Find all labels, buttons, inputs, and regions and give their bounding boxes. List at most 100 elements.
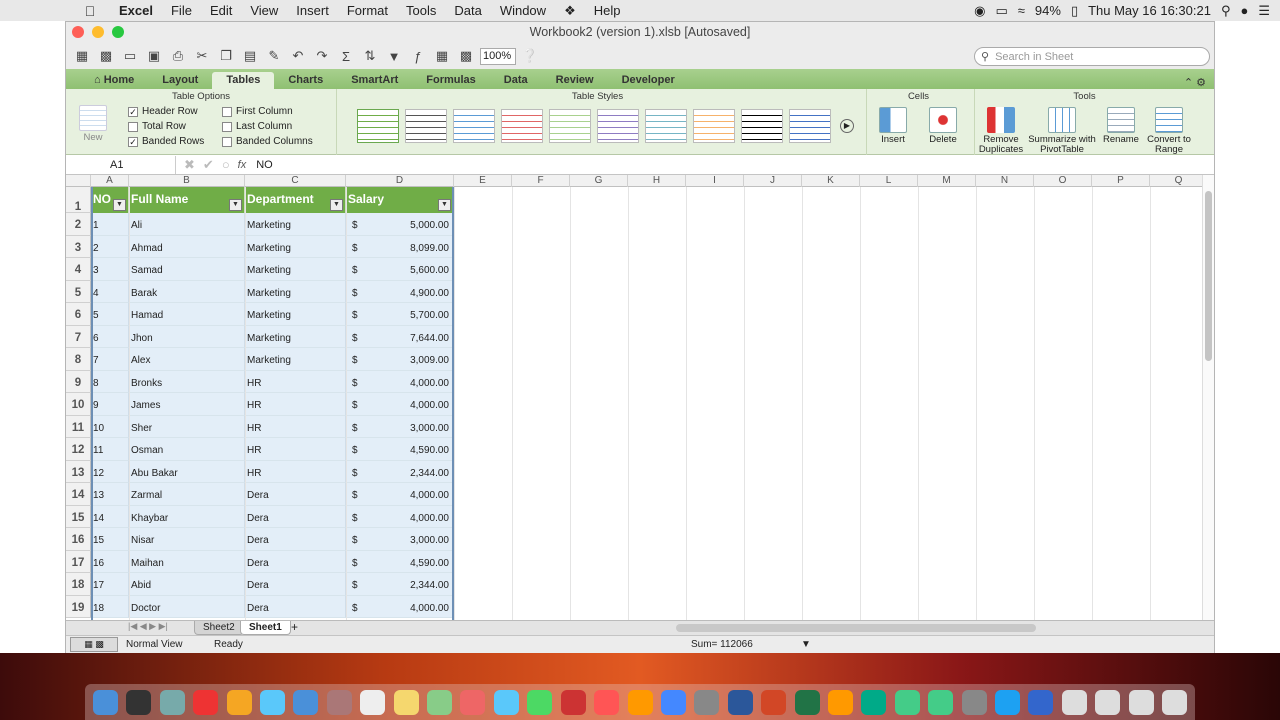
sheet-tab-sheet2[interactable]: Sheet2 bbox=[194, 621, 244, 635]
column-header-b[interactable]: B bbox=[129, 175, 245, 187]
column-header-i[interactable]: I bbox=[686, 175, 744, 187]
department-cell[interactable]: Dera bbox=[245, 573, 346, 596]
full-name-cell[interactable]: Abid bbox=[129, 573, 245, 596]
script-icon[interactable]: ❖ bbox=[555, 3, 585, 19]
table-style-swatch[interactable] bbox=[405, 109, 447, 143]
dock-app-icon[interactable] bbox=[1128, 689, 1154, 715]
table-style-swatch[interactable] bbox=[789, 109, 831, 143]
tab-smartart[interactable]: SmartArt bbox=[337, 72, 412, 89]
dock-app-icon[interactable] bbox=[1162, 689, 1187, 715]
minimize-icon[interactable] bbox=[92, 26, 104, 38]
zoom-icon[interactable] bbox=[112, 26, 124, 38]
salary-cell[interactable]: $4,000.00 bbox=[346, 393, 454, 416]
salary-cell[interactable]: $5,700.00 bbox=[346, 303, 454, 326]
salary-cell[interactable]: $4,000.00 bbox=[346, 483, 454, 506]
salary-cell[interactable]: $2,344.00 bbox=[346, 460, 454, 483]
undo-icon[interactable]: ↶ bbox=[288, 47, 308, 65]
templates-icon[interactable]: ▩ bbox=[96, 47, 116, 65]
table-header-cell[interactable]: Salary ▼ bbox=[346, 187, 454, 213]
dock-app-icon[interactable] bbox=[827, 689, 853, 715]
tab-layout[interactable]: Layout bbox=[148, 72, 212, 89]
spotlight-icon[interactable]: ⚲ bbox=[1221, 3, 1231, 19]
add-sheet-icon[interactable]: + bbox=[291, 620, 298, 634]
table-header-cell[interactable]: Full Name ▼ bbox=[129, 187, 245, 213]
row-header[interactable]: 17 bbox=[66, 550, 91, 573]
column-header-l[interactable]: L bbox=[860, 175, 918, 187]
no-cell[interactable]: 2 bbox=[91, 235, 129, 258]
salary-cell[interactable]: $3,000.00 bbox=[346, 528, 454, 551]
toolbox-icon[interactable]: ▩ bbox=[456, 47, 476, 65]
header-row-checkbox[interactable]: ✓ Header Row bbox=[128, 106, 198, 117]
no-cell[interactable]: 14 bbox=[91, 505, 129, 528]
sheet-tab-sheet1[interactable]: Sheet1 bbox=[240, 621, 291, 635]
dock-app-icon[interactable] bbox=[93, 689, 118, 715]
dock-app-icon[interactable] bbox=[493, 689, 519, 715]
full-name-cell[interactable]: Barak bbox=[129, 280, 245, 303]
department-cell[interactable]: Marketing bbox=[245, 258, 346, 281]
save-icon[interactable]: ▣ bbox=[144, 47, 164, 65]
delete-cells-button[interactable]: Delete bbox=[923, 107, 963, 145]
dock-app-icon[interactable] bbox=[861, 689, 887, 715]
list-icon[interactable]: ☰ bbox=[1258, 3, 1270, 19]
row-header[interactable]: 12 bbox=[66, 438, 91, 461]
search-input[interactable]: ⚲ Search in Sheet bbox=[974, 47, 1210, 66]
menu-help[interactable]: Help bbox=[585, 3, 630, 18]
insert-cells-button[interactable]: Insert bbox=[873, 107, 913, 145]
salary-cell[interactable]: $8,099.00 bbox=[346, 235, 454, 258]
salary-cell[interactable]: $4,590.00 bbox=[346, 438, 454, 461]
column-header-j[interactable]: J bbox=[744, 175, 802, 187]
no-cell[interactable]: 15 bbox=[91, 528, 129, 551]
dock-app-icon[interactable] bbox=[193, 689, 219, 715]
table-style-swatch[interactable] bbox=[741, 109, 783, 143]
dock-app-icon[interactable] bbox=[427, 689, 453, 715]
dock-app-icon[interactable] bbox=[1095, 689, 1121, 715]
salary-cell[interactable]: $7,644.00 bbox=[346, 325, 454, 348]
row-header[interactable]: 11 bbox=[66, 415, 91, 438]
dock-app-icon[interactable] bbox=[627, 689, 653, 715]
dock-app-icon[interactable] bbox=[594, 689, 620, 715]
print-icon[interactable]: ⎙ bbox=[168, 47, 188, 65]
dock-app-icon[interactable] bbox=[928, 689, 954, 715]
help-icon[interactable]: ❔ bbox=[520, 47, 540, 65]
table-style-swatch[interactable] bbox=[501, 109, 543, 143]
column-header-d[interactable]: D bbox=[346, 175, 454, 187]
open-icon[interactable]: ▭ bbox=[120, 47, 140, 65]
department-cell[interactable]: HR bbox=[245, 460, 346, 483]
view-buttons-icon[interactable]: ▦ ▩ bbox=[70, 637, 118, 652]
dock-app-icon[interactable] bbox=[560, 689, 586, 715]
row-header[interactable]: 18 bbox=[66, 573, 91, 596]
full-name-cell[interactable]: Nisar bbox=[129, 528, 245, 551]
salary-cell[interactable]: $4,900.00 bbox=[346, 280, 454, 303]
banded-rows-checkbox[interactable]: ✓ Banded Rows bbox=[128, 136, 204, 147]
full-name-cell[interactable]: Ali bbox=[129, 213, 245, 236]
pivot-table-button[interactable]: Summarize with PivotTable bbox=[1027, 107, 1097, 155]
tab-charts[interactable]: Charts bbox=[274, 72, 337, 89]
apple-icon[interactable]:  bbox=[70, 3, 110, 19]
department-cell[interactable]: Marketing bbox=[245, 235, 346, 258]
full-name-cell[interactable]: Sher bbox=[129, 415, 245, 438]
no-cell[interactable]: 3 bbox=[91, 258, 129, 281]
column-header-p[interactable]: P bbox=[1092, 175, 1150, 187]
dock-app-icon[interactable] bbox=[293, 689, 319, 715]
row-header[interactable]: 10 bbox=[66, 393, 91, 416]
filter-dropdown-icon[interactable]: ▼ bbox=[330, 199, 343, 211]
copy-icon[interactable]: ❐ bbox=[216, 47, 236, 65]
confirm-icon[interactable]: ✔ bbox=[203, 157, 214, 173]
menu-insert[interactable]: Insert bbox=[287, 3, 338, 18]
row-header[interactable]: 13 bbox=[66, 460, 91, 483]
menu-data[interactable]: Data bbox=[445, 3, 490, 18]
department-cell[interactable]: Dera bbox=[245, 528, 346, 551]
no-cell[interactable]: 16 bbox=[91, 550, 129, 573]
tab-formulas[interactable]: Formulas bbox=[412, 72, 490, 89]
column-header-a[interactable]: A bbox=[91, 175, 129, 187]
table-style-swatch[interactable] bbox=[453, 109, 495, 143]
column-header-n[interactable]: N bbox=[976, 175, 1034, 187]
no-cell[interactable]: 13 bbox=[91, 483, 129, 506]
no-cell[interactable]: 12 bbox=[91, 460, 129, 483]
cut-icon[interactable]: ✂ bbox=[192, 47, 212, 65]
tab-data[interactable]: Data bbox=[490, 72, 542, 89]
department-cell[interactable]: HR bbox=[245, 393, 346, 416]
convert-to-range-button[interactable]: Convert to Range bbox=[1145, 107, 1193, 155]
dock-app-icon[interactable] bbox=[761, 689, 787, 715]
dock-app-icon[interactable] bbox=[393, 689, 419, 715]
